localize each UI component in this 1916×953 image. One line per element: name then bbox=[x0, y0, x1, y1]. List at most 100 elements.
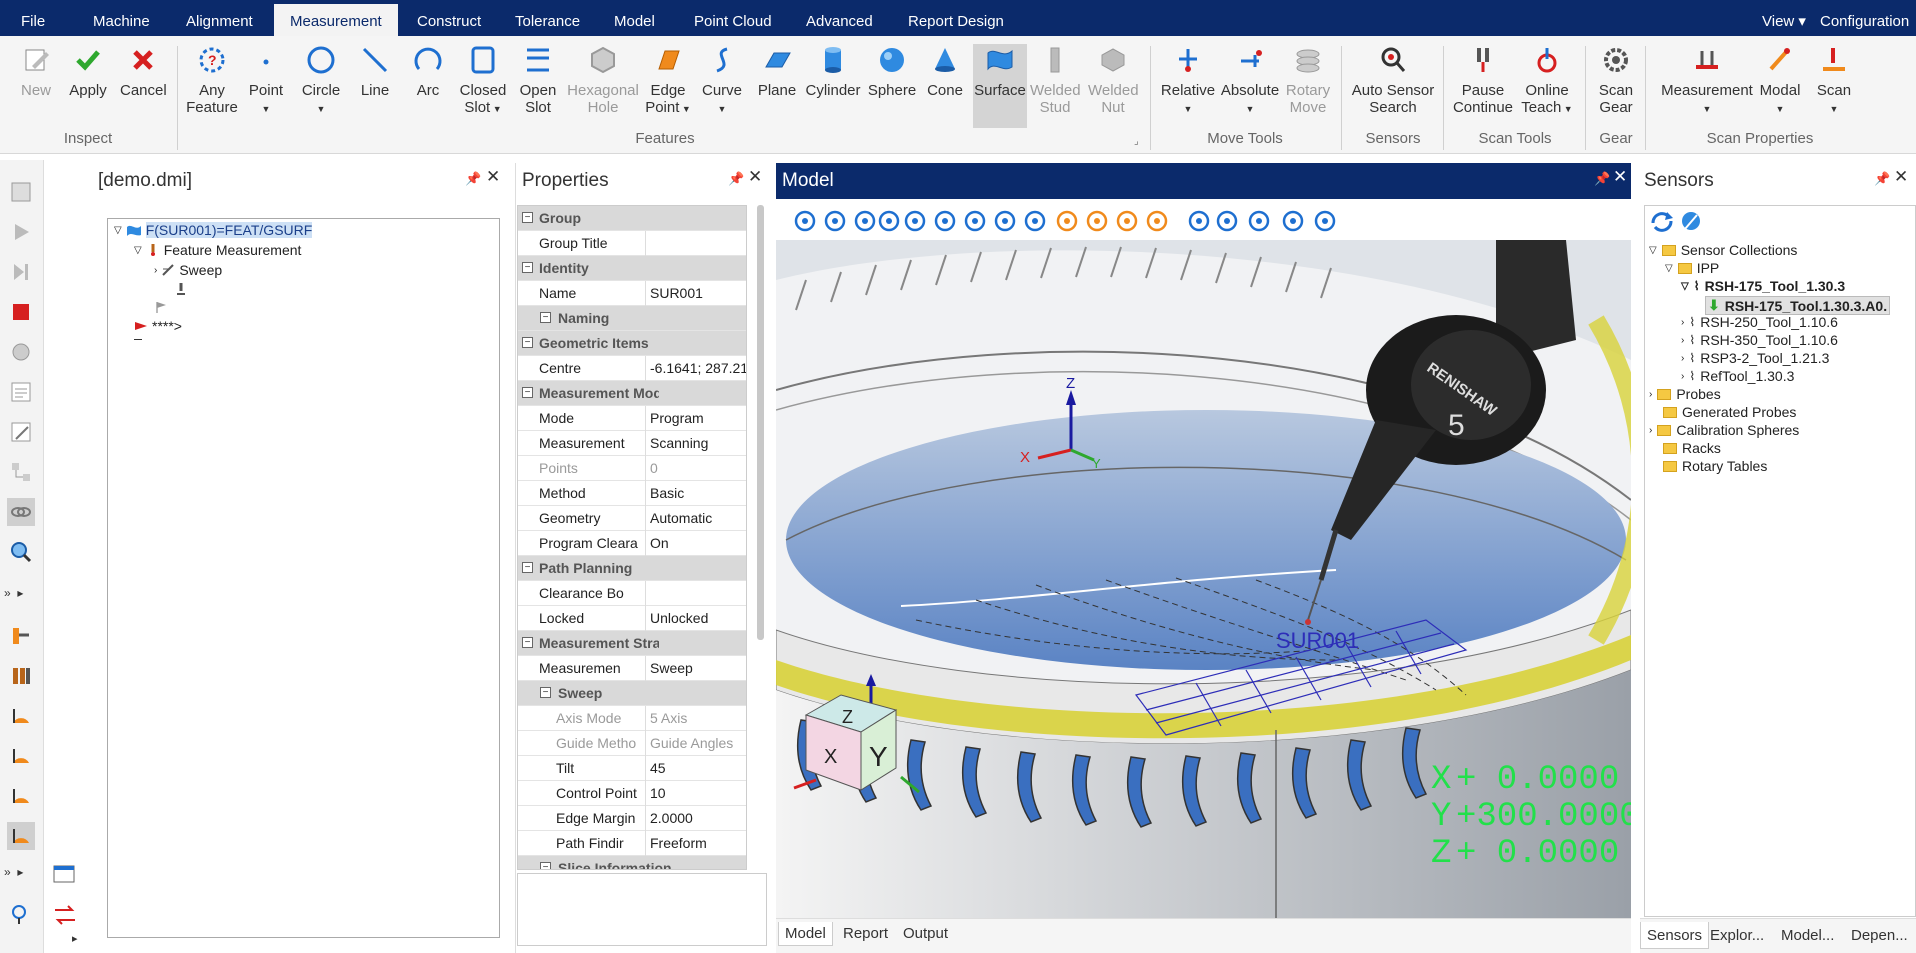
tab-output[interactable]: Output bbox=[903, 922, 948, 946]
tab-tolerance[interactable]: Tolerance bbox=[515, 0, 580, 36]
tab-point-cloud[interactable]: Point Cloud bbox=[694, 0, 772, 36]
link-icon[interactable] bbox=[7, 498, 35, 526]
tab-sensors[interactable]: Sensors bbox=[1640, 922, 1710, 949]
property-row[interactable]: Program Cleara On bbox=[518, 531, 746, 556]
collapse-toggle-icon[interactable]: − bbox=[522, 262, 533, 273]
property-row[interactable]: Axis Mode 5 Axis bbox=[518, 706, 746, 731]
property-category[interactable]: − Identity bbox=[518, 256, 746, 281]
collapse-arrow-icon[interactable]: › bbox=[1649, 389, 1652, 400]
tab-report[interactable]: Report bbox=[843, 922, 888, 946]
gauge-icon-3[interactable] bbox=[7, 782, 35, 810]
tree-rsh-175[interactable]: ▽ ⌇ RSH-175_Tool_1.30.3 bbox=[1681, 278, 1845, 294]
property-category[interactable]: − Slice Information bbox=[518, 856, 746, 869]
surface-button[interactable]: Surface bbox=[973, 44, 1027, 128]
pan-icon[interactable] bbox=[822, 208, 848, 234]
property-row[interactable]: Method Basic bbox=[518, 481, 746, 506]
pin-icon[interactable]: 📌 bbox=[1874, 171, 1890, 187]
probe-settings-icon[interactable] bbox=[7, 900, 35, 928]
property-value[interactable]: Freeform bbox=[645, 831, 746, 856]
view-solid-icon[interactable] bbox=[1114, 208, 1140, 234]
tab-alignment[interactable]: Alignment bbox=[186, 0, 253, 36]
collapse-arrow-icon[interactable]: › bbox=[1681, 335, 1684, 346]
machine-view-icon[interactable] bbox=[1214, 208, 1240, 234]
rotary-move-button[interactable]: Rotary Move bbox=[1285, 44, 1331, 116]
collapse-toggle-icon[interactable]: − bbox=[522, 387, 533, 398]
zoom-window-icon[interactable] bbox=[876, 208, 902, 234]
pin-icon[interactable]: 📌 bbox=[465, 171, 481, 187]
tab-explorer[interactable]: Explor... bbox=[1704, 922, 1770, 949]
open-slot-button[interactable]: Open Slot bbox=[518, 44, 558, 116]
collapse-arrow-icon[interactable]: › bbox=[1649, 425, 1652, 436]
property-category[interactable]: −Measurement Strategy 1 bbox=[518, 631, 746, 656]
closed-slot-button[interactable]: Closed Slot ▼ bbox=[458, 44, 508, 118]
property-value[interactable]: 5 Axis bbox=[645, 706, 746, 731]
collapse-arrow-icon[interactable]: › bbox=[154, 265, 157, 276]
tab-model-view[interactable]: Model bbox=[778, 922, 833, 946]
new-button[interactable]: New bbox=[18, 44, 54, 99]
welded-stud-button[interactable]: Welded Stud bbox=[1030, 44, 1081, 116]
scan-button[interactable]: Scan ▼ bbox=[1814, 44, 1854, 118]
property-category[interactable]: − Measurement Mode bbox=[518, 381, 746, 406]
tree-rsh-250[interactable]: › ⌇ RSH-250_Tool_1.10.6 bbox=[1681, 314, 1838, 330]
property-category[interactable]: − Sweep bbox=[518, 681, 746, 706]
close-icon[interactable]: ✕ bbox=[1613, 167, 1627, 187]
properties-scrollbar[interactable] bbox=[757, 205, 764, 640]
configuration-menu[interactable]: Configuration ▾ bbox=[1820, 0, 1916, 74]
rotate-icon[interactable] bbox=[792, 208, 818, 234]
line-button[interactable]: Line bbox=[357, 44, 393, 99]
absolute-button[interactable]: Absolute ▼ bbox=[1220, 44, 1280, 118]
property-category[interactable]: − Path Planning bbox=[518, 556, 746, 581]
view-box-icon[interactable] bbox=[1084, 208, 1110, 234]
property-value[interactable]: -6.1641; 287.21 bbox=[645, 356, 746, 381]
collapse-toggle-icon[interactable]: − bbox=[540, 312, 551, 323]
property-row[interactable]: Guide Metho Guide Angles bbox=[518, 731, 746, 756]
sensor-tool-icon[interactable] bbox=[1677, 209, 1703, 238]
tree-item-sweep[interactable]: › Sweep bbox=[154, 262, 222, 278]
pause-continue-button[interactable]: Pause Continue bbox=[1451, 44, 1515, 116]
view-box-edges-icon[interactable] bbox=[1144, 208, 1170, 234]
property-row[interactable]: Measurement Scanning bbox=[518, 431, 746, 456]
close-icon[interactable]: ✕ bbox=[1894, 167, 1908, 187]
curve-button[interactable]: Curve ▼ bbox=[702, 44, 742, 118]
tab-dependencies[interactable]: Depen... bbox=[1845, 922, 1914, 949]
property-row[interactable]: Path Findir Freeform bbox=[518, 831, 746, 856]
pin-icon[interactable]: 📌 bbox=[1594, 171, 1610, 187]
cube-icon[interactable] bbox=[1312, 208, 1338, 234]
collapse-arrow-icon[interactable]: › bbox=[1681, 317, 1684, 328]
tree-reftool[interactable]: › ⌇ RefTool_1.30.3 bbox=[1681, 368, 1794, 384]
property-row[interactable]: Locked Unlocked bbox=[518, 606, 746, 631]
property-category[interactable]: − Naming bbox=[518, 306, 746, 331]
zoom-in-icon[interactable] bbox=[932, 208, 958, 234]
view-wireframe-icon[interactable] bbox=[1054, 208, 1080, 234]
property-value[interactable]: SUR001 bbox=[645, 281, 746, 306]
collapse-toggle-icon[interactable]: − bbox=[540, 687, 551, 698]
reset-icon[interactable] bbox=[7, 338, 35, 366]
pin-icon[interactable]: 📌 bbox=[728, 171, 744, 187]
apply-button[interactable]: Apply bbox=[68, 44, 108, 99]
property-value[interactable]: Basic bbox=[645, 481, 746, 506]
probe-rack-icon[interactable] bbox=[7, 662, 35, 690]
dialog-launcher-icon[interactable]: ⌟ bbox=[1134, 136, 1139, 147]
tree-sensor-collections[interactable]: ▽ Sensor Collections bbox=[1649, 242, 1797, 258]
arc-button[interactable]: Arc bbox=[412, 44, 444, 99]
edit-code-icon[interactable] bbox=[7, 418, 35, 446]
cancel-button[interactable]: Cancel bbox=[120, 44, 167, 99]
property-category[interactable]: − Group bbox=[518, 206, 746, 231]
zoom-out-icon[interactable] bbox=[962, 208, 988, 234]
tree-generated-probes[interactable]: Generated Probes bbox=[1663, 404, 1796, 420]
collapse-arrow-icon[interactable]: › bbox=[1681, 371, 1684, 382]
tab-report-design[interactable]: Report Design bbox=[908, 0, 1004, 36]
gauge-icon-4[interactable] bbox=[7, 822, 35, 850]
stop-icon[interactable] bbox=[7, 298, 35, 326]
tree-item-probe[interactable] bbox=[174, 282, 188, 296]
scroll-right-arrow[interactable]: ▸ bbox=[72, 932, 78, 945]
hexagonal-hole-button[interactable]: Hexagonal Hole bbox=[567, 44, 639, 116]
auto-sensor-search-button[interactable]: Auto Sensor Search bbox=[1350, 44, 1436, 116]
property-value[interactable]: 45 bbox=[645, 756, 746, 781]
collapse-toggle-icon[interactable]: − bbox=[522, 212, 533, 223]
property-value[interactable]: Guide Angles bbox=[645, 731, 746, 756]
probe-view-icon[interactable] bbox=[1186, 208, 1212, 234]
welded-nut-button[interactable]: Welded Nut bbox=[1088, 44, 1139, 116]
property-row[interactable]: Name SUR001 bbox=[518, 281, 746, 306]
tab-machine[interactable]: Machine bbox=[93, 0, 150, 36]
